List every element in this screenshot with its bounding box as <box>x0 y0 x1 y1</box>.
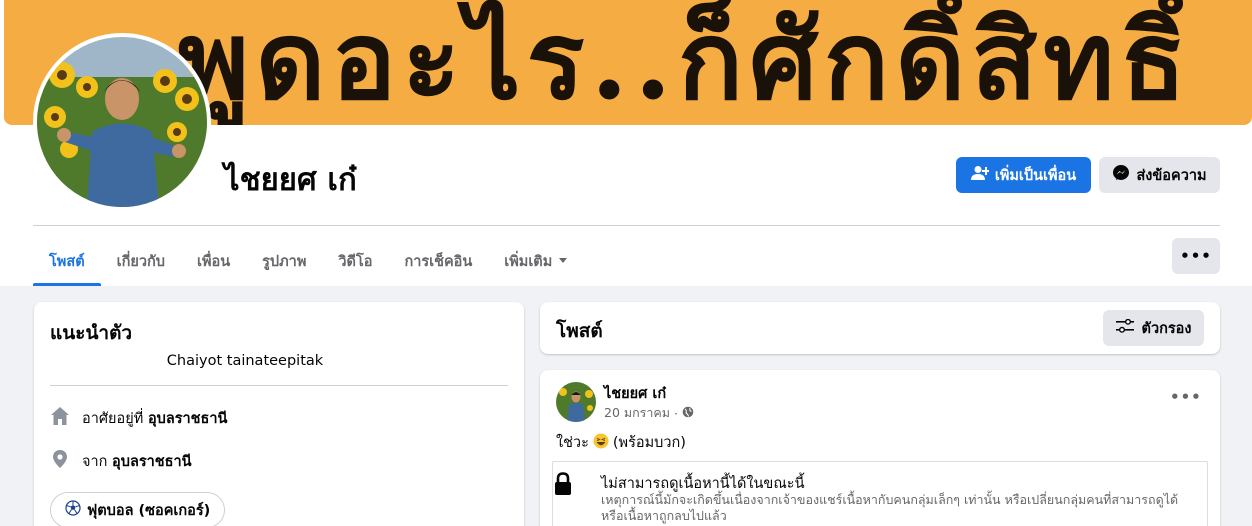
profile-avatar[interactable] <box>33 33 211 211</box>
post-text-before: ใช่วะ <box>556 435 589 451</box>
post-options-button[interactable]: ••• <box>1170 388 1201 412</box>
messenger-icon <box>1112 164 1130 186</box>
tab-label: เพื่อน <box>196 253 231 270</box>
add-friend-label: เพิ่มเป็นเพื่อน <box>994 167 1077 184</box>
unavailable-content-box: ไม่สามารถดูเนื้อหานี้ได้ในขณะนี้ เหตุการ… <box>552 461 1208 526</box>
lives-prefix: อาศัยอยู่ที่ <box>82 410 144 427</box>
laughing-emoji-icon <box>593 433 609 453</box>
tab-friends[interactable]: เพื่อน <box>181 236 246 286</box>
hobby-label: ฟุตบอล (ซอคเกอร์) <box>87 502 211 519</box>
post-author-name[interactable]: ไชยยศ เก๋ <box>604 382 666 405</box>
intro-title: แนะนำตัว <box>50 322 133 344</box>
posts-title: โพสต์ <box>556 320 603 342</box>
lives-value[interactable]: อุบลราชธานี <box>148 411 227 427</box>
filter-icon <box>1115 318 1134 337</box>
tab-about[interactable]: เกี่ยวกับ <box>101 236 181 286</box>
profile-header: ะพูดอะไร..ก็ศักดิ์สิทธิ์ ไชยยศ เก๋ เพิ่ม… <box>0 0 1252 286</box>
post-author-avatar[interactable] <box>556 382 596 422</box>
post-text: ใช่วะ (พร้อมบวก) <box>556 431 686 454</box>
tab-check-ins[interactable]: การเช็คอิน <box>388 236 488 286</box>
add-friend-button[interactable]: เพิ่มเป็นเพื่อน <box>956 157 1091 193</box>
caret-down-icon <box>558 253 568 269</box>
tab-label: การเช็คอิน <box>404 253 473 270</box>
tab-photos[interactable]: รูปภาพ <box>246 236 322 286</box>
post-card: ไชยยศ เก๋ 20 มกราคม · ••• ใช่วะ (พร้อมบว… <box>540 370 1220 526</box>
bio-text: Chaiyot tainateepitak <box>166 353 324 369</box>
home-icon <box>50 406 70 430</box>
from-value[interactable]: อุบลราชธานี <box>112 454 191 470</box>
tab-label: รูปภาพ <box>262 253 307 270</box>
tab-more[interactable]: เพิ่มเติม <box>488 236 584 286</box>
meta-separator: · <box>674 405 679 421</box>
hobby-chip[interactable]: ฟุตบอล (ซอคเกอร์) <box>50 492 226 526</box>
filter-label: ตัวกรอง <box>1141 320 1192 337</box>
tab-label: เพิ่มเติม <box>504 253 553 270</box>
profile-name: ไชยยศ เก๋ <box>224 162 357 198</box>
filter-button[interactable]: ตัวกรอง <box>1103 310 1204 346</box>
location-pin-icon <box>50 449 70 473</box>
tab-label: วิดีโอ <box>338 253 373 270</box>
tab-videos[interactable]: วิดีโอ <box>322 236 388 286</box>
post-meta: 20 มกราคม · <box>604 403 694 423</box>
cover-text: ะพูดอะไร..ก็ศักดิ์สิทธิ์ <box>114 0 1193 124</box>
unavailable-description: เหตุการณ์นี้มักจะเกิดขึ้นเนื่องจากเจ้าขอ… <box>601 492 1179 523</box>
post-date[interactable]: 20 มกราคม <box>604 403 670 423</box>
tab-posts[interactable]: โพสต์ <box>33 236 101 286</box>
intro-divider <box>50 385 508 386</box>
globe-icon <box>682 406 694 421</box>
more-options-button[interactable]: ••• <box>1172 238 1220 274</box>
from-row: จาก อุบลราชธานี <box>50 449 192 473</box>
from-prefix: จาก <box>82 453 108 470</box>
post-text-after: (พร้อมบวก) <box>612 435 686 451</box>
intro-card: แนะนำตัว อาศัยอยู่ที่ อุบลราชธานี จาก อุ… <box>34 302 524 526</box>
profile-tabs: โพสต์ เกี่ยวกับ เพื่อน รูปภาพ วิดีโอ การ… <box>33 236 584 286</box>
tab-label: โพสต์ <box>49 253 85 270</box>
message-button[interactable]: ส่งข้อความ <box>1099 157 1220 193</box>
add-friend-icon <box>970 165 990 185</box>
message-label: ส่งข้อความ <box>1136 167 1207 184</box>
header-divider <box>33 225 1220 226</box>
tab-label: เกี่ยวกับ <box>116 253 165 270</box>
posts-header-card: โพสต์ ตัวกรอง <box>540 302 1220 354</box>
soccer-ball-icon <box>65 500 81 520</box>
lock-icon <box>554 472 572 500</box>
lives-in-row: อาศัยอยู่ที่ อุบลราชธานี <box>50 406 227 430</box>
